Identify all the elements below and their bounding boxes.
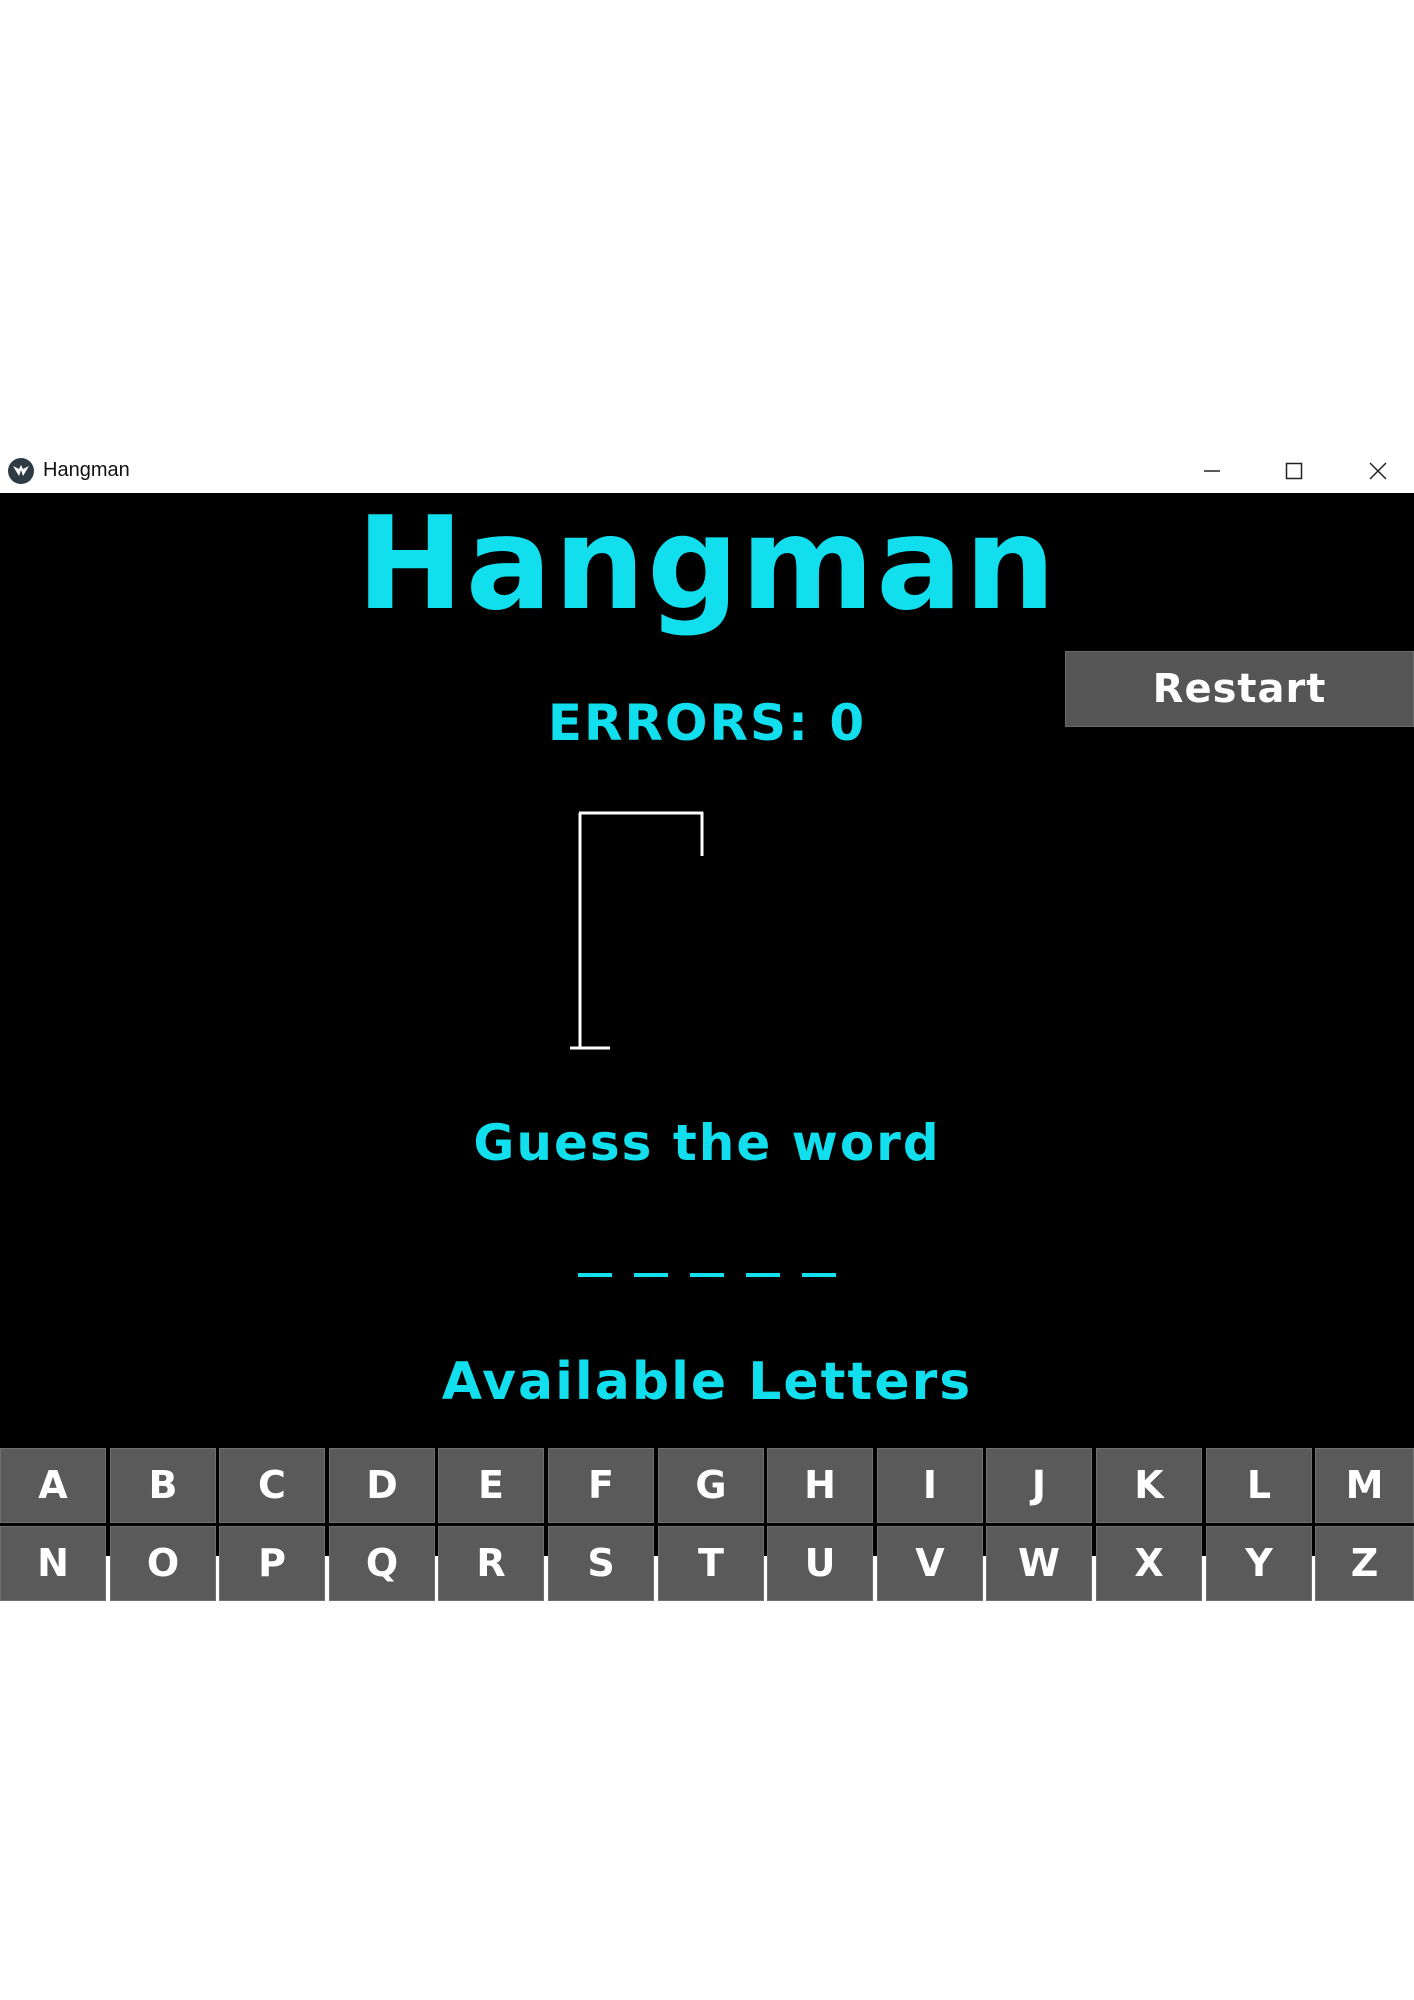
maximize-button[interactable] (1254, 448, 1334, 493)
app-icon (8, 458, 34, 484)
letter-key-q[interactable]: Q (329, 1526, 435, 1601)
letter-key-r[interactable]: R (438, 1526, 544, 1601)
letter-blank (578, 1273, 612, 1277)
letter-key-y[interactable]: Y (1206, 1526, 1312, 1601)
letter-key-x[interactable]: X (1096, 1526, 1202, 1601)
game-area: Hangman ERRORS: 0 Restart Guess the word… (0, 490, 1414, 1601)
guess-word-label: Guess the word (473, 1114, 941, 1172)
letter-key-g[interactable]: G (658, 1448, 764, 1523)
letter-blank (690, 1273, 724, 1277)
minimize-button[interactable] (1172, 448, 1252, 493)
gallows-drawing (570, 811, 704, 1050)
letter-key-v[interactable]: V (877, 1526, 983, 1601)
app-window: Hangman Hangman ERRORS: 0 Restart Guess … (0, 448, 1414, 1601)
letter-key-b[interactable]: B (110, 1448, 216, 1523)
letter-blank (802, 1273, 836, 1277)
letter-key-l[interactable]: L (1206, 1448, 1312, 1523)
letter-key-m[interactable]: M (1315, 1448, 1414, 1523)
letter-key-d[interactable]: D (329, 1448, 435, 1523)
letter-key-s[interactable]: S (548, 1526, 654, 1601)
close-icon (1369, 461, 1387, 480)
letter-blank (634, 1273, 668, 1277)
letter-key-p[interactable]: P (219, 1526, 325, 1601)
minimize-icon (1204, 469, 1220, 472)
game-title: Hangman (356, 490, 1058, 639)
letter-key-h[interactable]: H (767, 1448, 873, 1523)
letter-key-w[interactable]: W (986, 1526, 1092, 1601)
letter-key-t[interactable]: T (658, 1526, 764, 1601)
letter-key-z[interactable]: Z (1315, 1526, 1414, 1601)
available-letters-label: Available Letters (441, 1352, 973, 1412)
restart-button[interactable]: Restart (1065, 651, 1414, 727)
maximize-icon (1285, 462, 1303, 479)
letter-key-o[interactable]: O (110, 1526, 216, 1601)
close-button[interactable] (1338, 448, 1414, 493)
letter-key-f[interactable]: F (548, 1448, 654, 1523)
title-bar[interactable]: Hangman (0, 448, 1414, 493)
letter-key-c[interactable]: C (219, 1448, 325, 1523)
letter-key-i[interactable]: I (877, 1448, 983, 1523)
letter-key-a[interactable]: A (0, 1448, 106, 1523)
window-title: Hangman (43, 459, 130, 481)
letter-key-j[interactable]: J (986, 1448, 1092, 1523)
letter-keyboard: ABCDEFGHIJKLM NOPQRSTUVWXYZ (0, 1448, 1414, 1601)
letter-key-k[interactable]: K (1096, 1448, 1202, 1523)
word-blanks (0, 1243, 1414, 1277)
letter-key-u[interactable]: U (767, 1526, 873, 1601)
letter-blank (746, 1273, 780, 1277)
letter-key-n[interactable]: N (0, 1526, 106, 1601)
letter-key-e[interactable]: E (438, 1448, 544, 1523)
